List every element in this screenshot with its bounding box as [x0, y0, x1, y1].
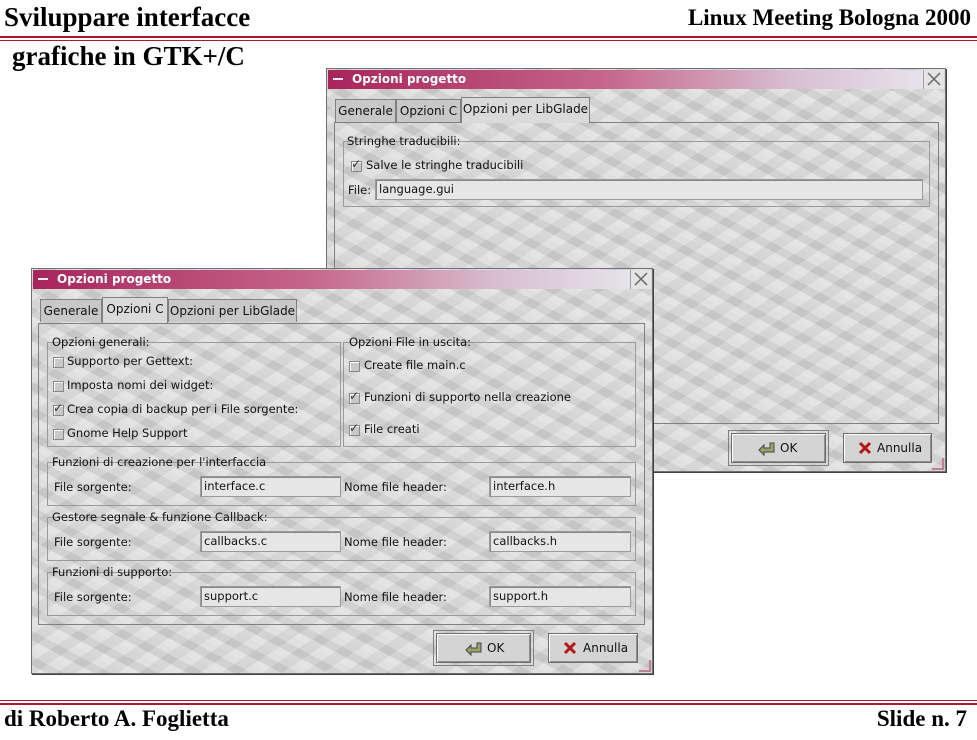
- nomi-widget-label: Imposta nomi dei widget:: [67, 378, 214, 392]
- gettext-label: Supporto per Gettext:: [67, 354, 193, 368]
- cancel-x-icon: [858, 441, 872, 458]
- back-annulla-label: Annulla: [877, 441, 923, 455]
- window-menu-icon[interactable]: [331, 72, 345, 86]
- callback-header-label: Nome file header:: [344, 535, 447, 549]
- resize-handle[interactable]: [639, 660, 651, 672]
- interfaccia-header-label: Nome file header:: [344, 480, 447, 494]
- slide-title-line1: Sviluppare interfacce: [4, 2, 251, 32]
- gnome-help-checkbox[interactable]: [53, 429, 64, 440]
- window-menu-icon[interactable]: [36, 272, 50, 286]
- gettext-checkbox[interactable]: [53, 357, 64, 368]
- callback-header-input[interactable]: callbacks.h: [489, 531, 631, 552]
- tab-opzioni-libglade[interactable]: Opzioni per LibGlade: [461, 97, 590, 123]
- backup-label: Crea copia di backup per i File sorgente…: [67, 402, 299, 416]
- slide-number: Slide n. 7: [876, 706, 967, 731]
- stringhe-frame-label: Stringhe traducibili:: [347, 134, 461, 148]
- salve-stringhe-checkbox[interactable]: [351, 157, 362, 172]
- opzioni-generali-label: Opzioni generali:: [52, 335, 150, 349]
- front-ok-button[interactable]: OK: [433, 630, 534, 666]
- funzioni-supporto-checkbox[interactable]: [349, 389, 360, 404]
- supporto-source-label: File sorgente:: [54, 590, 132, 604]
- slide-title-line2: grafiche in GTK+/C: [12, 41, 245, 71]
- tab-generale[interactable]: Generale: [40, 299, 102, 322]
- back-dialog-titlebar[interactable]: Opzioni progetto: [328, 70, 944, 89]
- back-ok-button[interactable]: OK: [728, 430, 829, 466]
- main-c-label: Create file main.c: [364, 358, 466, 372]
- close-icon[interactable]: [923, 70, 944, 89]
- nomi-widget-checkbox[interactable]: [53, 381, 64, 392]
- supporto-frame-label: Funzioni di supporto:: [52, 565, 173, 579]
- file-creati-checkbox[interactable]: [349, 421, 360, 436]
- ok-arrow-icon: [758, 441, 776, 460]
- back-ok-label: OK: [780, 441, 798, 455]
- event-title: Linux Meeting Bologna 2000: [687, 5, 971, 30]
- front-annulla-label: Annulla: [583, 641, 629, 655]
- front-notebook-page: Opzioni generali: Supporto per Gettext: …: [38, 323, 645, 625]
- footer-rule-thin: [0, 700, 977, 701]
- callback-source-label: File sorgente:: [54, 535, 132, 549]
- file-creati-label: File creati: [364, 422, 420, 436]
- front-dialog-titlebar[interactable]: Opzioni progetto: [33, 270, 651, 289]
- backup-checkbox[interactable]: [53, 401, 64, 416]
- callback-source-input[interactable]: callbacks.c: [200, 531, 341, 552]
- funzioni-supporto-label: Funzioni di supporto nella creazione: [364, 390, 571, 404]
- gnome-help-label: Gnome Help Support: [67, 426, 188, 440]
- resize-handle[interactable]: [932, 458, 944, 470]
- back-annulla-button[interactable]: Annulla: [843, 433, 932, 463]
- supporto-header-label: Nome file header:: [344, 590, 447, 604]
- file-input[interactable]: language.gui: [375, 179, 923, 200]
- front-dialog-title: Opzioni progetto: [57, 272, 172, 286]
- header-rule: [0, 36, 977, 38]
- file-label: File:: [348, 183, 372, 197]
- opzioni-file-label: Opzioni File in uscita:: [349, 335, 472, 349]
- ok-arrow-icon: [465, 641, 483, 660]
- salve-stringhe-label: Salve le stringhe traducibili: [366, 158, 524, 172]
- callback-frame-label: Gestore segnale & funzione Callback:: [52, 510, 268, 524]
- tab-opzioni-libglade[interactable]: Opzioni per LibGlade: [168, 299, 297, 322]
- supporto-source-input[interactable]: support.c: [200, 586, 341, 607]
- interfaccia-header-input[interactable]: interface.h: [489, 476, 631, 497]
- close-icon[interactable]: [630, 270, 651, 289]
- tab-opzioni-c[interactable]: Opzioni C: [102, 297, 168, 323]
- front-dialog-window: Opzioni progetto Generale Opzioni C Opzi…: [31, 268, 653, 674]
- tab-generale[interactable]: Generale: [335, 99, 396, 122]
- footer-rule: [0, 703, 977, 705]
- front-ok-label: OK: [487, 641, 505, 655]
- main-c-checkbox[interactable]: [349, 361, 360, 372]
- tab-opzioni-c[interactable]: Opzioni C: [396, 99, 461, 122]
- front-annulla-button[interactable]: Annulla: [548, 633, 638, 663]
- interfaccia-frame-label: Funzioni di creazione per l'interfaccia: [52, 455, 267, 469]
- back-dialog-title: Opzioni progetto: [352, 72, 467, 86]
- author: di Roberto A. Foglietta: [4, 706, 229, 731]
- supporto-header-input[interactable]: support.h: [489, 586, 631, 607]
- cancel-x-icon: [563, 641, 577, 658]
- interfaccia-source-input[interactable]: interface.c: [200, 476, 341, 497]
- interfaccia-source-label: File sorgente:: [54, 480, 132, 494]
